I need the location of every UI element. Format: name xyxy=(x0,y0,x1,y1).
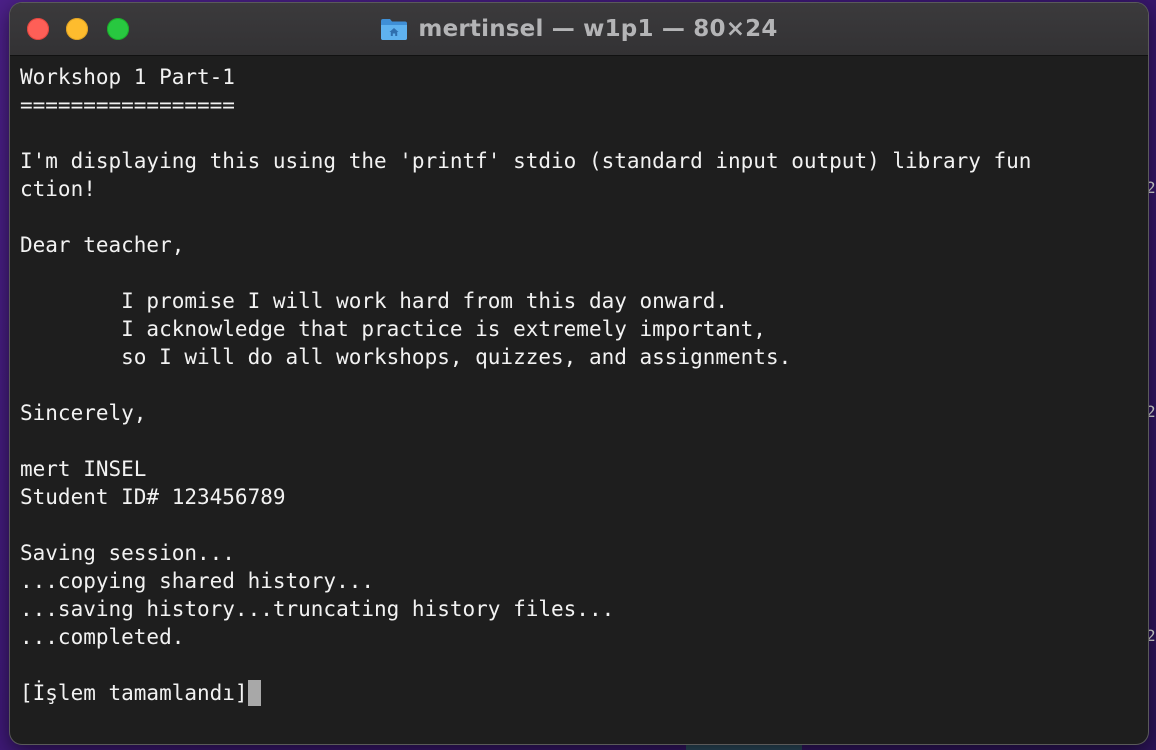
terminal-window: mertinsel — w1p1 — 80×24 Workshop 1 Part… xyxy=(10,3,1148,744)
terminal-line-text: ...completed. xyxy=(20,625,185,649)
terminal-line-text: mert INSEL xyxy=(20,457,147,481)
terminal-line-text: Saving session... xyxy=(20,541,235,565)
terminal-line: ction! xyxy=(20,175,1140,203)
terminal-line-text: ction! xyxy=(20,177,96,201)
terminal-line-text: Dear teacher, xyxy=(20,233,185,257)
terminal-line: I'm displaying this using the 'printf' s… xyxy=(20,147,1140,175)
terminal-line: Student ID# 123456789 xyxy=(20,483,1140,511)
terminal-line-text: ================= xyxy=(20,93,235,117)
terminal-line: Saving session... xyxy=(20,539,1140,567)
terminal-line: Dear teacher, xyxy=(20,231,1140,259)
terminal-line: Sincerely, xyxy=(20,399,1140,427)
terminal-line: ...saving history...truncating history f… xyxy=(20,595,1140,623)
terminal-line-text: Sincerely, xyxy=(20,401,147,425)
terminal-line: I acknowledge that practice is extremely… xyxy=(20,315,1140,343)
text-cursor xyxy=(247,680,261,706)
terminal-line-text: Workshop 1 Part-1 xyxy=(20,65,235,89)
terminal-line-text: I'm displaying this using the 'printf' s… xyxy=(20,149,1032,173)
window-title: mertinsel — w1p1 — 80×24 xyxy=(418,16,778,42)
terminal-line-text: so I will do all workshops, quizzes, and… xyxy=(20,345,792,369)
terminal-line-text: I acknowledge that practice is extremely… xyxy=(20,317,766,341)
terminal-output[interactable]: Workshop 1 Part-1 ================= I'm di… xyxy=(20,63,1140,734)
terminal-line-text: [İşlem tamamlandı] xyxy=(20,681,248,705)
terminal-line: ================= xyxy=(20,91,1140,119)
terminal-line: ...completed. xyxy=(20,623,1140,651)
terminal-line: [İşlem tamamlandı] xyxy=(20,679,1140,707)
terminal-line-text: ...saving history...truncating history f… xyxy=(20,597,615,621)
terminal-line: Workshop 1 Part-1 xyxy=(20,63,1140,91)
terminal-line-text: ...copying shared history... xyxy=(20,569,375,593)
terminal-line-text: Student ID# 123456789 xyxy=(20,485,286,509)
title-container: mertinsel — w1p1 — 80×24 xyxy=(10,3,1148,55)
title-bar[interactable]: mertinsel — w1p1 — 80×24 xyxy=(10,3,1148,56)
terminal-line-text: I promise I will work hard from this day… xyxy=(20,289,729,313)
terminal-line: so I will do all workshops, quizzes, and… xyxy=(20,343,1140,371)
home-folder-icon xyxy=(380,17,408,41)
dock-edge xyxy=(686,744,802,750)
terminal-line: ...copying shared history... xyxy=(20,567,1140,595)
terminal-line: mert INSEL xyxy=(20,455,1140,483)
terminal-line: I promise I will work hard from this day… xyxy=(20,287,1140,315)
